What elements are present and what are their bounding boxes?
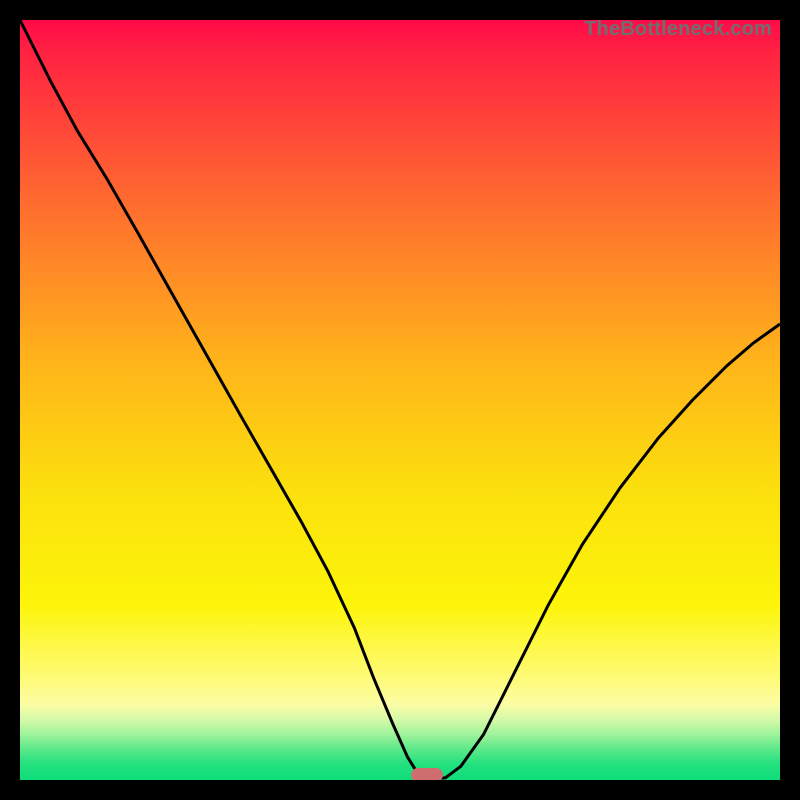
- bottleneck-curve: [20, 20, 780, 780]
- plot-area: TheBottleneck.com: [20, 20, 780, 780]
- curve-path: [20, 20, 780, 780]
- bottleneck-marker: [411, 768, 443, 780]
- chart-frame: TheBottleneck.com: [0, 0, 800, 800]
